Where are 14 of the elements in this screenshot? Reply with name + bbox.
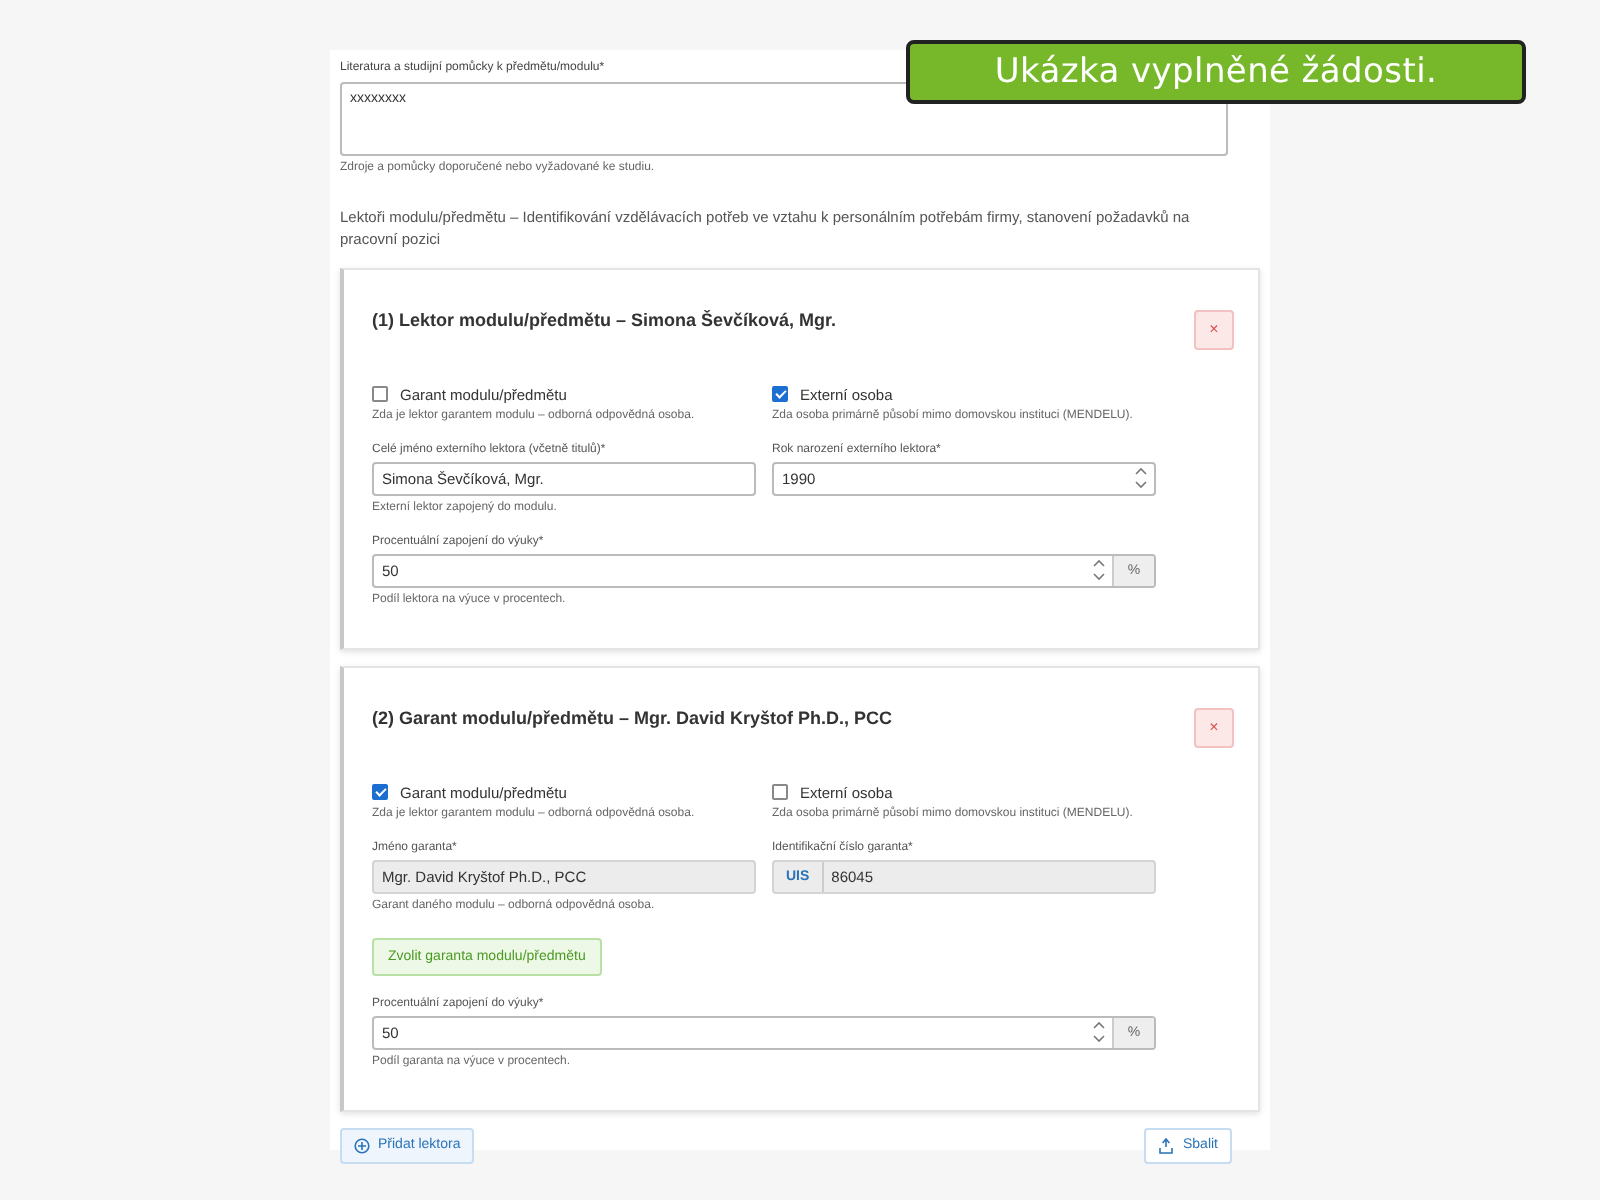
card-title: (1) Lektor modulu/předmětu – Simona Ševčíková, Mgr. [372,309,837,330]
checkbox[interactable] [772,784,788,801]
plus-circle-icon [354,1137,370,1154]
banner-label: Ukázka vyplněné žádosti. [906,40,1526,104]
checkbox[interactable] [772,386,788,403]
card-title: (2) Garant modulu/předmětu – Mgr. David Kryštof Ph.D., PCC [372,707,893,728]
remove-button[interactable]: × [1194,707,1234,748]
checkbox[interactable] [372,784,388,801]
checkbox[interactable] [372,386,388,403]
spinner-icon[interactable] [1092,1018,1106,1047]
remove-button[interactable]: × [1194,309,1234,350]
collapse-icon [1158,1137,1175,1154]
spinner-icon[interactable] [1134,464,1148,493]
spinner-icon[interactable] [1092,556,1106,585]
